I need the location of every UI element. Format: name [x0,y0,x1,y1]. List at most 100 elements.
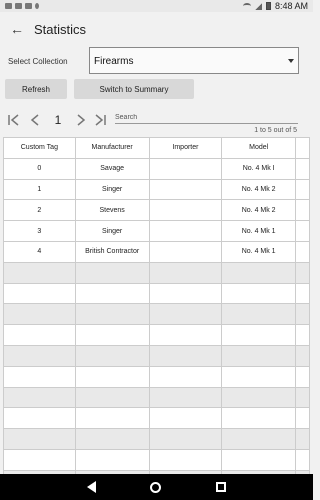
nav-recent-icon[interactable] [215,482,226,492]
table-row[interactable] [3,407,310,430]
table-row[interactable] [3,344,310,367]
table-cell [295,282,310,305]
table-cell [295,220,310,242]
table-cell: Stevens [74,199,150,222]
next-page-icon[interactable] [74,112,88,128]
table-row[interactable] [3,261,310,284]
table-cell [148,261,223,284]
table-cell: 4 [3,240,76,263]
refresh-button[interactable]: Refresh [5,79,67,99]
table-cell [148,199,223,222]
table-cell [295,261,310,284]
column-header-custom-tag[interactable]: Custom Tag [3,137,76,159]
collection-dropdown[interactable]: Firearms [89,47,299,74]
table-cell [221,407,297,430]
table-cell [74,324,150,346]
table-cell [295,407,310,430]
table-cell: No. 4 Mk 1 [221,240,297,263]
page-number: 1 [54,113,62,127]
table-cell [295,303,310,326]
table-row[interactable] [3,324,310,346]
table-cell [74,365,150,388]
table-row[interactable]: 2 Stevens No. 4 Mk 2 [3,199,310,222]
table-cell: 2 [3,199,76,222]
table-cell [221,282,297,305]
nav-home-icon[interactable] [150,481,162,493]
first-page-icon[interactable] [6,112,22,128]
column-header-model[interactable]: Model [221,137,297,159]
table-cell [148,240,223,263]
search-input[interactable] [115,112,298,124]
table-header-row: Custom Tag Manufacturer Importer Model [3,137,310,159]
table-cell [74,282,150,305]
location-icon [35,3,39,9]
table-row[interactable] [3,448,310,471]
table-cell [148,365,223,388]
status-time: 8:48 AM [274,1,308,11]
table-cell [148,324,223,346]
previous-page-icon[interactable] [28,112,42,128]
table-cell [3,386,76,409]
table-cell [221,303,297,326]
table-cell [148,344,223,367]
table-cell: 3 [3,220,76,242]
wifi-icon [242,3,251,9]
table-cell [148,448,223,471]
table-cell [74,303,150,326]
system-navigation-bar [0,474,313,500]
table-cell [295,344,310,367]
column-header-extra[interactable] [295,137,310,159]
table-cell [295,324,310,346]
table-row[interactable]: 3 Singer No. 4 Mk 1 [3,220,310,242]
table-cell [148,282,223,305]
table-cell [148,303,223,326]
photo-icon [15,3,22,9]
table-cell [221,428,297,450]
last-page-icon[interactable] [92,112,108,128]
arrow-left-icon[interactable]: ← [0,12,34,46]
table-cell [221,448,297,471]
table-cell [3,365,76,388]
table-row[interactable]: 0 Savage No. 4 Mk I [3,157,310,180]
table-cell [295,157,310,180]
table-cell: No. 4 Mk I [221,157,297,180]
table-cell [148,407,223,430]
table-row[interactable]: 4 British Contractor No. 4 Mk 1 [3,240,310,263]
table-cell [295,448,310,471]
record-count: 1 to 5 out of 5 [254,127,297,134]
table-cell: British Contractor [74,240,150,263]
table-row[interactable] [3,282,310,305]
collection-row: Select Collection Firearms [0,47,313,77]
nav-back-icon[interactable] [87,481,97,493]
table-cell [295,365,310,388]
table-cell [3,344,76,367]
table-body: 0 Savage No. 4 Mk I 1 Singer No. 4 Mk 2 2 Steve… [3,157,310,492]
table-cell [74,261,150,284]
column-header-manufacturer[interactable]: Manufacturer [74,137,150,159]
table-row[interactable] [3,428,310,450]
table-cell [221,386,297,409]
table-cell [3,303,76,326]
column-header-importer[interactable]: Importer [148,137,223,159]
app-bar: ← Statistics [0,12,313,46]
status-system: 8:48 AM [242,1,308,11]
table-row[interactable]: 1 Singer No. 4 Mk 2 [3,178,310,201]
table-row[interactable] [3,365,310,388]
table-row[interactable] [3,386,310,409]
table-cell [221,261,297,284]
table-cell [295,428,310,450]
table-cell [74,407,150,430]
table-cell [295,386,310,409]
signal-icon [254,2,262,10]
switch-to-summary-button[interactable]: Switch to Summary [74,79,194,99]
table-cell: Singer [74,220,150,242]
table-row[interactable] [3,303,310,326]
table-cell [295,199,310,222]
table-cell [3,324,76,346]
table-cell: Savage [74,157,150,180]
image-icon [25,3,32,9]
battery-icon [265,2,271,10]
table-cell [74,344,150,367]
page-title: Statistics [34,21,87,37]
table-cell [295,240,310,263]
